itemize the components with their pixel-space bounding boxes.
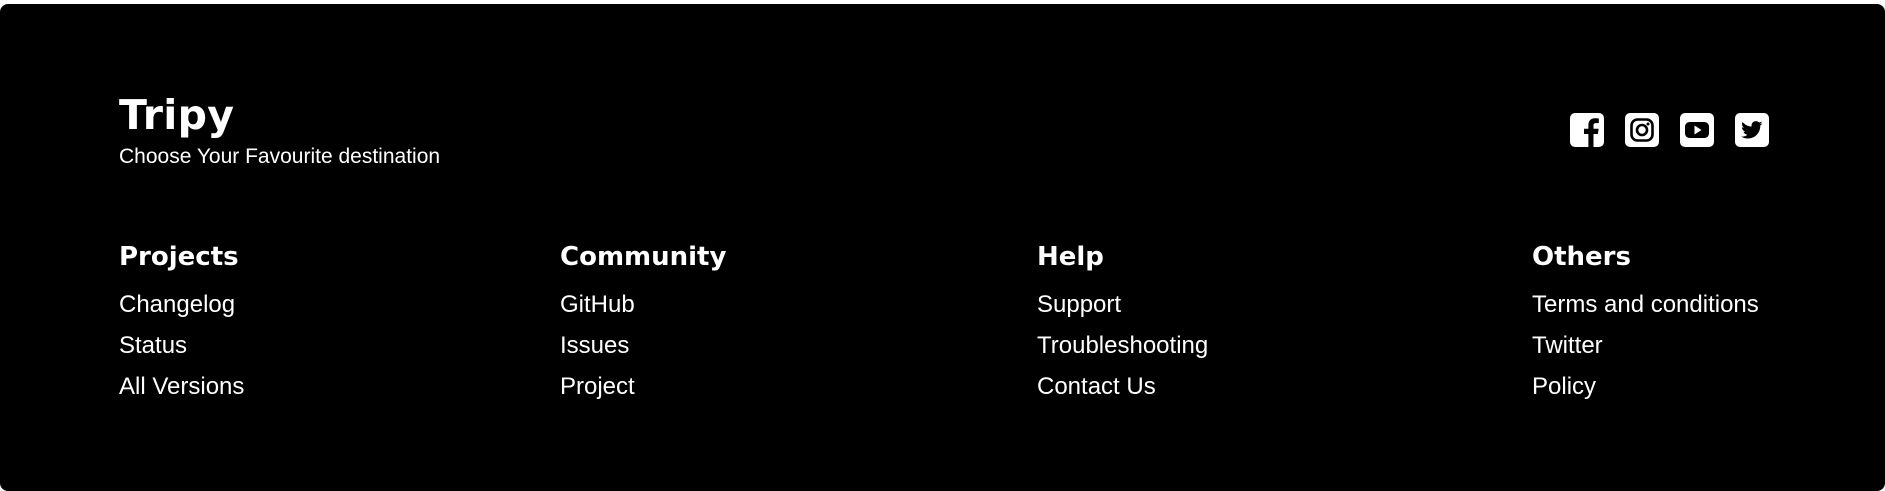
- link-status[interactable]: Status: [119, 331, 244, 361]
- brand-title: Tripy: [119, 91, 235, 139]
- youtube-link[interactable]: [1679, 112, 1715, 148]
- link-all-versions[interactable]: All Versions: [119, 372, 244, 402]
- brand-tagline: Choose Your Favourite destination: [119, 145, 441, 168]
- link-twitter[interactable]: Twitter: [1532, 331, 1759, 361]
- link-support[interactable]: Support: [1037, 290, 1208, 320]
- facebook-link[interactable]: [1569, 112, 1605, 148]
- link-contact-us[interactable]: Contact Us: [1037, 372, 1208, 402]
- column-title: Help: [1037, 242, 1104, 272]
- twitter-icon: [1735, 113, 1769, 147]
- link-project[interactable]: Project: [560, 372, 726, 402]
- footer-column-projects: Projects Changelog Status All Versions: [119, 242, 244, 413]
- link-terms-and-conditions[interactable]: Terms and conditions: [1532, 290, 1759, 320]
- link-issues[interactable]: Issues: [560, 331, 726, 361]
- column-title: Community: [560, 242, 727, 272]
- link-troubleshooting[interactable]: Troubleshooting: [1037, 331, 1208, 361]
- link-changelog[interactable]: Changelog: [119, 290, 244, 320]
- facebook-icon: [1570, 113, 1604, 147]
- site-footer: Tripy Choose Your Favourite destination: [0, 4, 1885, 491]
- footer-column-help: Help Support Troubleshooting Contact Us: [1037, 242, 1208, 413]
- link-github[interactable]: GitHub: [560, 290, 726, 320]
- footer-column-others: Others Terms and conditions Twitter Poli…: [1532, 242, 1759, 413]
- column-title: Others: [1532, 242, 1631, 272]
- social-links: [1569, 112, 1770, 148]
- brand-block: Tripy Choose Your Favourite destination: [119, 90, 440, 170]
- column-title: Projects: [119, 242, 239, 272]
- instagram-icon: [1625, 113, 1659, 147]
- footer-column-community: Community GitHub Issues Project: [560, 242, 726, 413]
- instagram-link[interactable]: [1624, 112, 1660, 148]
- youtube-icon: [1680, 113, 1714, 147]
- link-policy[interactable]: Policy: [1532, 372, 1759, 402]
- twitter-link[interactable]: [1734, 112, 1770, 148]
